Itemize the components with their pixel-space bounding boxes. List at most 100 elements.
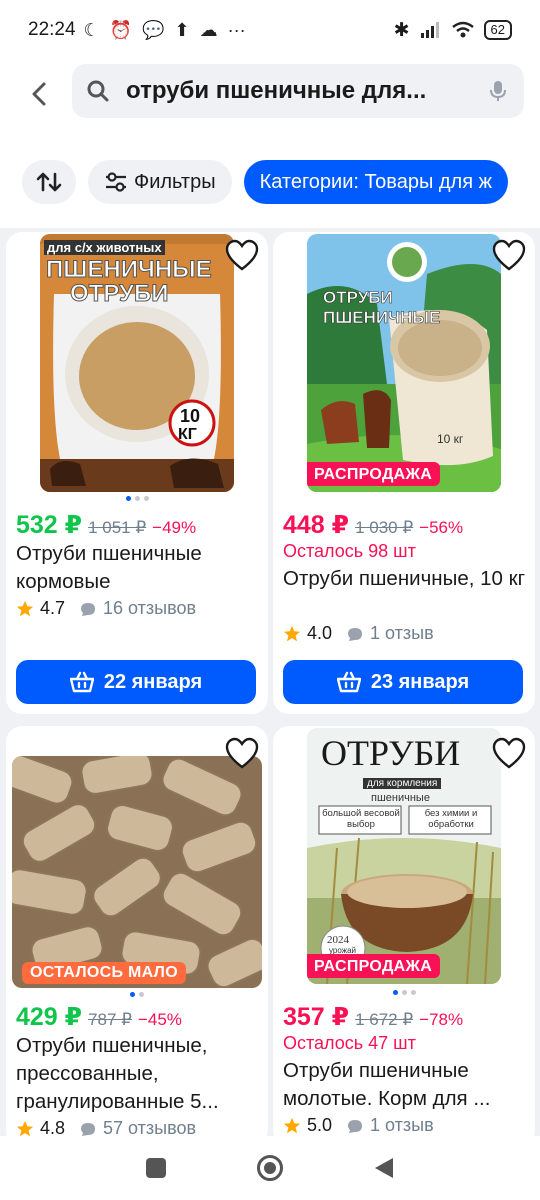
signal-icon xyxy=(420,22,439,38)
cloud-icon: ☁ xyxy=(199,19,218,40)
search-bar[interactable]: отруби пшеничные для... xyxy=(72,64,524,118)
rating-value: 4.7 xyxy=(40,598,66,618)
battery-indicator: 62 xyxy=(483,20,512,40)
sale-badge: 🔥 РАСПРОДАЖА xyxy=(307,954,441,978)
wifi-icon xyxy=(451,21,474,38)
rating-row: 4.7 16 отзывов xyxy=(16,598,196,619)
more-icon: ··· xyxy=(227,19,246,40)
product-title[interactable]: Отруби пшеничные молотые. Корм для ... xyxy=(283,1057,529,1113)
price-row: 429 ₽ 787 ₽ −45% xyxy=(16,1002,182,1032)
current-price: 448 ₽ xyxy=(283,511,350,539)
image-box-2: без химии и обработки xyxy=(424,808,478,830)
discount: −56% xyxy=(419,518,464,537)
old-price: 1 030 ₽ xyxy=(355,518,414,537)
upload-icon: ⬆ xyxy=(174,19,190,40)
product-title[interactable]: Отруби пшеничные кормовые xyxy=(16,540,262,596)
heart-icon[interactable] xyxy=(491,238,527,274)
basket-icon xyxy=(336,671,361,693)
home-icon[interactable] xyxy=(256,1154,284,1182)
category-label: Категории: Товары для ж xyxy=(259,170,492,193)
sort-button[interactable] xyxy=(22,160,76,204)
product-image[interactable]: для с/х животных ПШЕНИЧНЫЕ ОТРУБИ 10 КГ xyxy=(40,234,234,492)
add-to-cart-button[interactable]: 22 января xyxy=(16,660,256,704)
sale-badge-label: РАСПРОДАЖА xyxy=(313,958,433,975)
chat-icon: 💬 xyxy=(142,19,165,40)
comment-icon xyxy=(348,627,363,641)
image-caption-2: ПШЕНИЧНЫЕ xyxy=(323,308,441,328)
image-caption-2: ОТРУБИ xyxy=(69,280,169,308)
image-caption-top: для с/х животных xyxy=(44,240,165,255)
stock-left: Осталось 98 шт xyxy=(283,541,416,561)
low-stock-badge: ОСТАЛОСЬ МАЛО xyxy=(22,962,186,984)
chevron-left-icon xyxy=(32,82,46,106)
product-card[interactable]: ОСТАЛОСЬ МАЛО 429 ₽ 787 ₽ −45% Отруби пш… xyxy=(6,726,268,1146)
add-to-cart-button[interactable]: 23 января xyxy=(283,660,523,704)
filter-chips: Фильтры Категории: Товары для ж xyxy=(0,160,540,206)
image-weight-unit: КГ xyxy=(178,426,197,443)
product-title[interactable]: Отруби пшеничные, прессованные, гранулир… xyxy=(16,1032,262,1116)
image-box-1: большой весовой выбор xyxy=(322,808,400,830)
delivery-date: 22 января xyxy=(103,670,203,693)
product-card[interactable]: ОТРУБИ для кормления пшеничные большой в… xyxy=(273,726,535,1146)
product-image[interactable]: ОСТАЛОСЬ МАЛО xyxy=(12,756,262,988)
comment-icon xyxy=(81,1122,96,1136)
current-price: 429 ₽ xyxy=(16,1003,83,1031)
product-title[interactable]: Отруби пшеничные, 10 кг xyxy=(283,565,529,593)
back-button[interactable] xyxy=(24,78,56,110)
product-image[interactable]: ОТРУБИ для кормления пшеничные большой в… xyxy=(307,728,501,984)
recent-apps-icon[interactable] xyxy=(145,1157,167,1179)
image-pager xyxy=(6,496,268,501)
star-icon xyxy=(16,1120,34,1136)
product-card[interactable]: для с/х животных ПШЕНИЧНЫЕ ОТРУБИ 10 КГ … xyxy=(6,232,268,714)
rating-value: 5.0 xyxy=(307,1115,333,1135)
image-weight-number: 10 xyxy=(180,406,201,426)
old-price: 787 ₽ xyxy=(88,1010,132,1029)
price-row: 357 ₽ 1 672 ₽ −78% xyxy=(283,1002,463,1032)
product-card[interactable]: ОТРУБИ ПШЕНИЧНЫЕ 10 кг 🔥 РАСПРОДАЖА 448 … xyxy=(273,232,535,714)
current-price: 357 ₽ xyxy=(283,1003,350,1031)
product-image[interactable]: ОТРУБИ ПШЕНИЧНЫЕ 10 кг 🔥 РАСПРОДАЖА xyxy=(307,234,501,492)
bran-sack-image xyxy=(307,234,501,492)
star-icon xyxy=(16,600,34,616)
discount: −45% xyxy=(137,1010,182,1029)
comment-icon xyxy=(348,1119,363,1133)
image-caption-sub: для кормления xyxy=(363,778,442,789)
comment-icon xyxy=(81,602,96,616)
reviews-count: 16 отзывов xyxy=(103,598,197,618)
rating-value: 4.0 xyxy=(307,623,333,643)
search-icon xyxy=(87,80,109,102)
image-pager xyxy=(273,990,535,995)
rating-row: 4.0 1 отзыв xyxy=(283,623,434,644)
search-header: отруби пшеничные для... Фильтры Категори… xyxy=(0,60,540,228)
rating-row: 5.0 1 отзыв xyxy=(283,1115,434,1136)
status-bar: 22:24 ☾ ⏰ 💬 ⬆ ☁ ··· ✱ 62 xyxy=(0,0,540,60)
star-icon xyxy=(283,625,301,641)
bluetooth-icon: ✱ xyxy=(393,19,410,41)
stock-left: Осталось 47 шт xyxy=(283,1033,416,1053)
filters-button[interactable]: Фильтры xyxy=(88,160,232,204)
filter-sliders-icon xyxy=(106,172,126,192)
microphone-icon[interactable] xyxy=(486,79,510,103)
star-icon xyxy=(283,1117,301,1133)
clock: 22:24 xyxy=(28,19,76,40)
heart-icon[interactable] xyxy=(224,238,260,274)
image-caption-main: ОТРУБИ xyxy=(321,733,461,773)
sale-badge: 🔥 РАСПРОДАЖА xyxy=(307,462,441,486)
price-row: 532 ₽ 1 051 ₽ −49% xyxy=(16,510,196,540)
alarm-icon: ⏰ xyxy=(109,19,133,40)
delivery-date: 23 января xyxy=(370,670,470,693)
image-caption-1: ОТРУБИ xyxy=(323,288,393,308)
reviews-count: 1 отзыв xyxy=(370,1115,434,1135)
image-weight: 10 кг xyxy=(437,432,464,446)
discount: −49% xyxy=(152,518,197,537)
price-row: 448 ₽ 1 030 ₽ −56% xyxy=(283,510,463,540)
heart-icon[interactable] xyxy=(491,736,527,772)
image-caption-sub2: пшеничные xyxy=(371,792,430,804)
search-query[interactable]: отруби пшеничные для... xyxy=(126,77,486,105)
image-year: 2024 xyxy=(327,934,349,946)
back-triangle-icon[interactable] xyxy=(373,1156,395,1180)
discount: −78% xyxy=(419,1010,464,1029)
category-chip[interactable]: Категории: Товары для ж xyxy=(243,160,508,204)
current-price: 532 ₽ xyxy=(16,511,83,539)
heart-icon[interactable] xyxy=(224,736,260,772)
